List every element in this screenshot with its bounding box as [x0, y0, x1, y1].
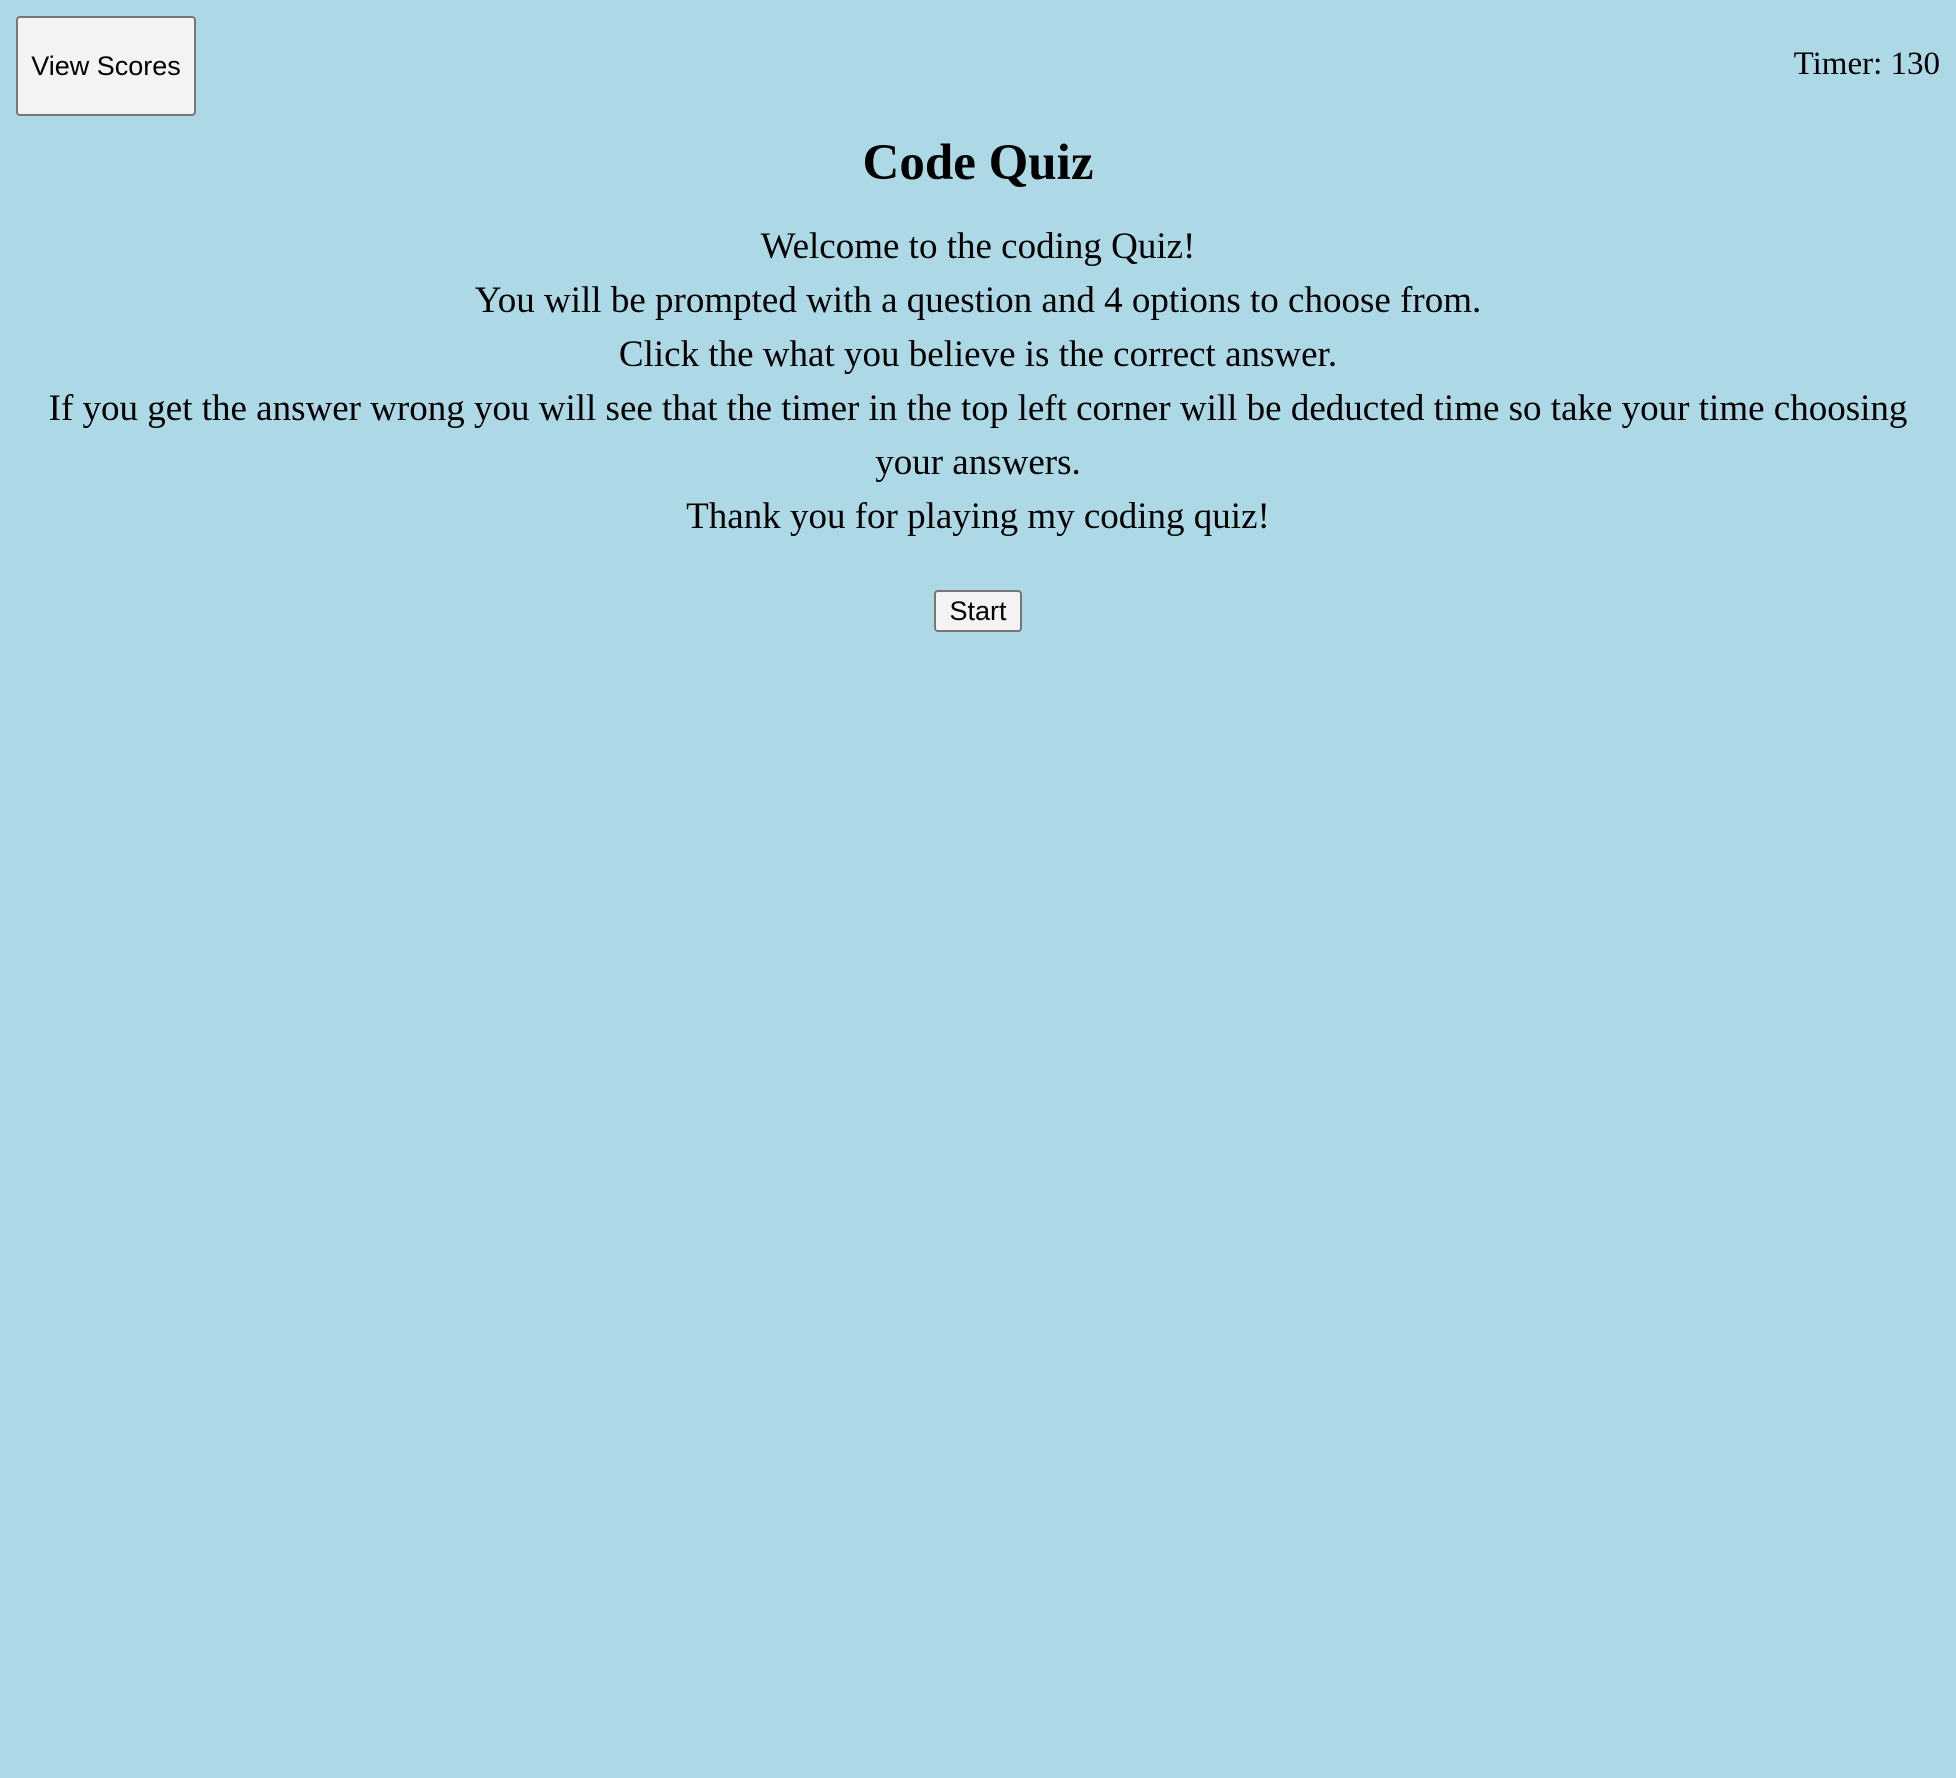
- header: View Scores Timer: 130: [0, 0, 1956, 120]
- instruction-line: Click the what you believe is the correc…: [618, 334, 1338, 375]
- start-container: Start: [20, 590, 1936, 632]
- instruction-line: If you get the answer wrong you will see…: [48, 388, 1908, 483]
- timer: Timer: 130: [1794, 44, 1940, 84]
- view-scores-button[interactable]: View Scores: [16, 16, 196, 116]
- page-title: Code Quiz: [862, 135, 1094, 191]
- quiz-intro: Code Quiz Welcome to the coding Quiz! Yo…: [20, 128, 1936, 632]
- instruction-line: Thank you for playing my coding quiz!: [686, 496, 1270, 537]
- start-button[interactable]: Start: [934, 590, 1022, 632]
- instruction-line: Welcome to the coding Quiz!: [760, 226, 1196, 267]
- instruction-line: You will be prompted with a question and…: [474, 280, 1482, 321]
- instructions: Welcome to the coding Quiz! You will be …: [20, 220, 1936, 544]
- timer-value: 130: [1890, 46, 1941, 82]
- timer-label: Timer:: [1793, 46, 1883, 82]
